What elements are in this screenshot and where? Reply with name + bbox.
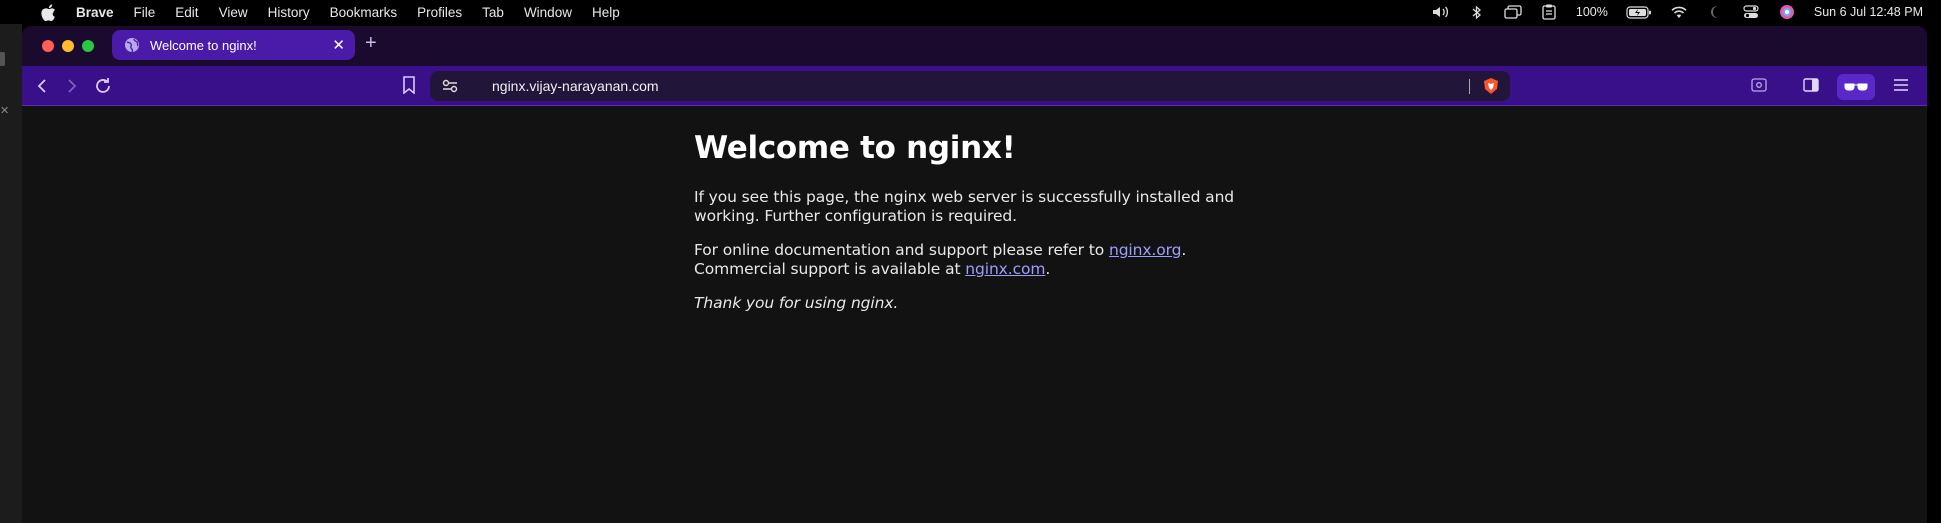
support-text-prefix: For online documentation and support ple… (694, 241, 1109, 259)
battery-icon[interactable] (1626, 4, 1652, 20)
sidebar-toggle-button[interactable] (1803, 77, 1819, 97)
menu-bar: Brave File Edit View History Bookmarks P… (0, 0, 1941, 24)
toolbar-right-tools (1751, 74, 1909, 100)
tab-welcome-nginx[interactable]: Welcome to nginx! ✕ (112, 30, 355, 60)
browser-window: Welcome to nginx! ✕ + nginx.vijay-naraya… (22, 26, 1927, 523)
screenshot-button[interactable] (1751, 77, 1767, 97)
browser-toolbar: nginx.vijay-narayanan.com (22, 66, 1927, 106)
menu-help[interactable]: Help (592, 5, 620, 20)
focus-moon-icon[interactable] (1706, 4, 1724, 20)
brave-shields-icon[interactable] (1482, 77, 1500, 95)
back-button[interactable] (32, 76, 52, 96)
reload-button[interactable] (93, 76, 113, 96)
install-message: If you see this page, the nginx web serv… (694, 188, 1235, 225)
nginx-welcome-body: Welcome to nginx! If you see this page, … (694, 130, 1254, 328)
chevron-right-icon (68, 79, 77, 93)
menu-bookmarks[interactable]: Bookmarks (330, 5, 398, 20)
menu-app-name[interactable]: Brave (76, 5, 114, 20)
nginx-com-link[interactable]: nginx.com (965, 260, 1045, 278)
page-content: Welcome to nginx! If you see this page, … (22, 106, 1927, 523)
clock-datetime[interactable]: Sun 6 Jul 12:48 PM (1814, 5, 1923, 19)
background-window-edge: ✕ (0, 24, 22, 523)
new-tab-button[interactable]: + (365, 32, 377, 55)
menu-tab[interactable]: Tab (482, 5, 504, 20)
screen-mirroring-icon[interactable] (1504, 4, 1522, 20)
tab-close-icon[interactable]: ✕ (332, 36, 345, 54)
page-heading: Welcome to nginx! (694, 130, 1016, 166)
bluetooth-icon[interactable] (1468, 4, 1486, 20)
apple-icon[interactable] (38, 2, 58, 22)
control-center-icon[interactable] (1742, 4, 1760, 20)
address-bar[interactable]: nginx.vijay-narayanan.com (430, 71, 1510, 101)
thanks-message: Thank you for using nginx. (694, 294, 1254, 313)
screenshot-icon (1751, 77, 1767, 92)
menu-edit[interactable]: Edit (175, 5, 198, 20)
tab-title: Welcome to nginx! (150, 37, 257, 53)
site-settings-icon (442, 79, 458, 93)
menu-window[interactable]: Window (524, 5, 572, 20)
close-icon: ✕ (0, 105, 10, 117)
address-divider (1469, 79, 1470, 94)
menu-profiles[interactable]: Profiles (417, 5, 462, 20)
wifi-icon[interactable] (1670, 4, 1688, 20)
url-text[interactable]: nginx.vijay-narayanan.com (492, 78, 659, 94)
bookmark-button[interactable] (402, 76, 416, 99)
nginx-org-link[interactable]: nginx.org (1109, 241, 1182, 259)
leo-ai-button[interactable] (1837, 74, 1875, 100)
support-text-suffix: . (1045, 260, 1051, 278)
menu-history[interactable]: History (268, 5, 310, 20)
menu-file[interactable]: File (134, 5, 156, 20)
glasses-icon (1844, 83, 1868, 91)
siri-icon[interactable] (1778, 4, 1796, 20)
main-menu-button[interactable] (1893, 78, 1909, 97)
minimize-window-button[interactable] (62, 40, 74, 52)
globe-icon (125, 38, 139, 53)
forward-button[interactable] (62, 76, 82, 96)
menu-view[interactable]: View (219, 5, 248, 20)
tab-strip: Welcome to nginx! ✕ + (22, 26, 1927, 66)
close-window-button[interactable] (42, 40, 54, 52)
reload-icon (96, 78, 110, 93)
background-window-tab (0, 52, 5, 66)
zoom-window-button[interactable] (82, 40, 94, 52)
thanks-text: Thank you for using nginx. (694, 294, 899, 312)
clipboard-icon[interactable] (1540, 4, 1558, 20)
volume-icon[interactable] (1432, 4, 1450, 20)
support-message: For online documentation and support ple… (694, 241, 1254, 279)
window-controls (42, 40, 94, 52)
chevron-left-icon (37, 79, 46, 93)
bookmark-icon (403, 76, 415, 95)
battery-percent: 100% (1575, 5, 1608, 19)
sidebar-icon (1803, 77, 1819, 92)
hamburger-menu-icon (1894, 78, 1908, 91)
